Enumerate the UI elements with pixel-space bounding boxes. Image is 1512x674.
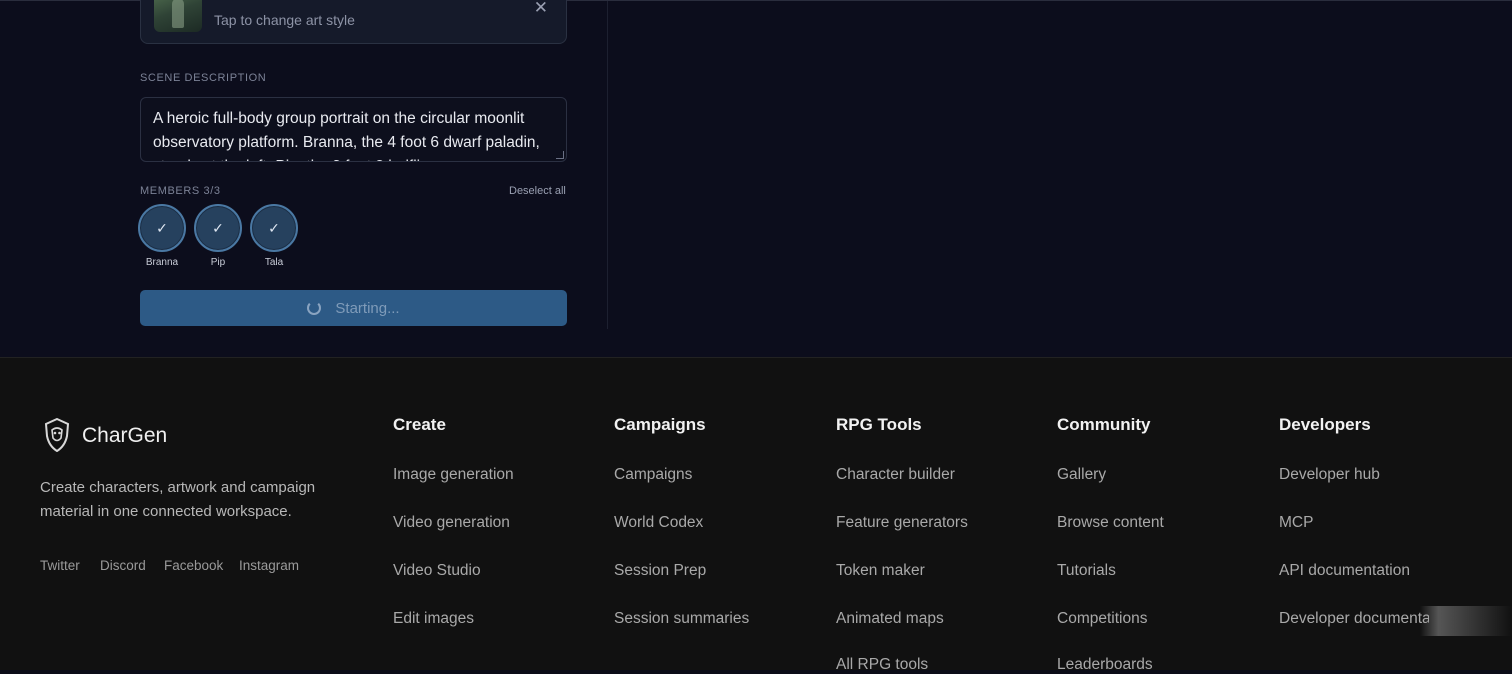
brand-description: Create characters, artwork and campaign … xyxy=(40,479,316,520)
footer-link[interactable]: Feature generators xyxy=(836,514,968,532)
members-label: MEMBERS 3/3 xyxy=(140,185,221,197)
scene-description-textarea[interactable]: A heroic full-body group portrait on the… xyxy=(140,97,567,162)
footer-link[interactable]: World Codex xyxy=(614,514,703,532)
footer-link[interactable]: Video Studio xyxy=(393,562,481,580)
art-style-hint: Tap to change art style xyxy=(214,12,355,28)
footer-heading-developers: Developers xyxy=(1279,415,1371,434)
footer-link[interactable]: API documentation xyxy=(1279,562,1410,580)
member-name: Tala xyxy=(264,257,284,268)
footer-heading-create: Create xyxy=(393,415,446,434)
footer-link[interactable]: Session summaries xyxy=(614,610,749,628)
check-icon: ✓ xyxy=(268,219,280,236)
social-link-facebook[interactable]: Facebook xyxy=(164,558,223,573)
footer-link[interactable]: All RPG tools xyxy=(836,656,928,674)
footer-link[interactable]: Tutorials xyxy=(1057,562,1116,580)
member-pip[interactable]: ✓ Pip xyxy=(194,204,242,268)
social-link-instagram[interactable]: Instagram xyxy=(239,558,299,573)
avatar[interactable]: ✓ xyxy=(194,204,242,252)
footer-link[interactable]: Session Prep xyxy=(614,562,706,580)
avatar[interactable]: ✓ xyxy=(138,204,186,252)
deselect-all-link[interactable]: Deselect all xyxy=(509,185,566,197)
footer-link[interactable]: Gallery xyxy=(1057,466,1106,484)
footer-link[interactable]: MCP xyxy=(1279,514,1313,532)
loading-spinner-icon xyxy=(307,301,322,315)
footer-link[interactable]: Developer documentation xyxy=(1279,610,1429,628)
footer-link[interactable]: Image generation xyxy=(393,466,514,484)
check-icon: ✓ xyxy=(212,219,224,236)
avatar[interactable]: ✓ xyxy=(250,204,298,252)
scene-description-text: A heroic full-body group portrait on the… xyxy=(153,110,540,161)
member-tala[interactable]: ✓ Tala xyxy=(250,204,298,268)
close-icon[interactable]: ✕ xyxy=(534,0,548,16)
art-style-card[interactable]: Tap to change art style ✕ xyxy=(140,0,567,44)
social-link-twitter[interactable]: Twitter xyxy=(40,558,80,573)
chargen-logo-icon[interactable] xyxy=(43,418,71,452)
footer-link[interactable]: Browse content xyxy=(1057,514,1164,532)
footer-link[interactable]: Leaderboards xyxy=(1057,656,1153,674)
footer-link[interactable]: Edit images xyxy=(393,610,474,628)
footer-link[interactable]: Campaigns xyxy=(614,466,692,484)
footer-link[interactable]: Token maker xyxy=(836,562,925,580)
social-link-discord[interactable]: Discord xyxy=(100,558,146,573)
member-name: Branna xyxy=(145,257,179,268)
start-button-label: Starting... xyxy=(335,299,400,317)
brand-name[interactable]: CharGen xyxy=(82,424,167,448)
footer-heading-campaigns: Campaigns xyxy=(614,415,706,434)
footer-link[interactable]: Developer hub xyxy=(1279,466,1380,484)
overflow-fade xyxy=(1420,606,1512,636)
footer-link[interactable]: Competitions xyxy=(1057,610,1147,628)
resize-handle-icon[interactable] xyxy=(556,151,564,159)
footer-link[interactable]: Animated maps xyxy=(836,610,944,628)
art-style-thumbnail xyxy=(154,0,202,32)
check-icon: ✓ xyxy=(156,219,168,236)
generation-panel: Tap to change art style ✕ SCENE DESCRIPT… xyxy=(0,0,1512,357)
scene-description-label: SCENE DESCRIPTION xyxy=(140,72,267,84)
footer-link[interactable]: Video generation xyxy=(393,514,510,532)
member-name: Pip xyxy=(210,257,226,268)
footer-link[interactable]: Character builder xyxy=(836,466,955,484)
footer-heading-community: Community xyxy=(1057,415,1151,434)
member-branna[interactable]: ✓ Branna xyxy=(138,204,186,268)
panel-divider xyxy=(607,1,608,329)
start-generation-button[interactable]: Starting... xyxy=(140,290,567,326)
footer-heading-rpg-tools: RPG Tools xyxy=(836,415,922,434)
